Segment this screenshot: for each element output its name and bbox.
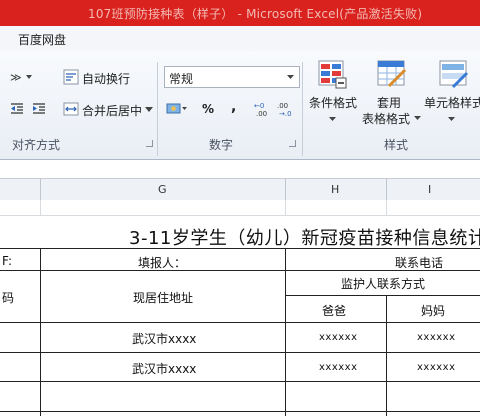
table-border bbox=[0, 381, 480, 382]
column-divider[interactable] bbox=[40, 178, 41, 200]
format-as-table-label-1[interactable]: 套用 bbox=[377, 94, 401, 111]
percent-style-button[interactable]: % bbox=[202, 102, 214, 116]
alignment-dialog-launcher-icon[interactable] bbox=[146, 140, 153, 147]
table-border bbox=[40, 248, 41, 416]
filler-label: 填报人： bbox=[138, 256, 187, 270]
gridline bbox=[40, 200, 41, 215]
window-title-bar: 107班预防接种表（样子） - Microsoft Excel(产品激活失败) bbox=[0, 0, 480, 26]
mother-header: 妈妈 bbox=[421, 304, 446, 318]
chevron-down-icon bbox=[414, 116, 421, 120]
address-cell[interactable]: 武汉市xxxx bbox=[132, 360, 196, 377]
group-label-styles: 样式 bbox=[384, 138, 409, 152]
number-format-select[interactable]: 常规 bbox=[164, 66, 300, 88]
chevron-down-icon bbox=[448, 117, 455, 121]
merge-center-dropdown-icon[interactable] bbox=[145, 107, 153, 112]
svg-text:.00: .00 bbox=[256, 110, 267, 117]
wrap-text-icon[interactable] bbox=[63, 69, 79, 85]
mother-phone-cell[interactable]: xxxxxx bbox=[417, 362, 456, 373]
wrap-text-button[interactable]: 自动换行 bbox=[82, 70, 130, 87]
father-phone-cell[interactable]: xxxxxx bbox=[319, 332, 358, 343]
text-orientation-icon[interactable]: ≫ bbox=[10, 70, 36, 84]
chevron-down-icon bbox=[287, 75, 294, 79]
column-divider[interactable] bbox=[285, 178, 286, 200]
increase-decimal-icon[interactable]: ←0 .00 bbox=[254, 101, 274, 117]
father-phone-cell[interactable]: xxxxxx bbox=[319, 362, 358, 373]
group-label-alignment: 对齐方式 bbox=[12, 138, 61, 152]
table-border bbox=[0, 352, 480, 353]
cell-styles-button[interactable]: 单元格样式 bbox=[424, 94, 480, 111]
sheet-title: 3-11岁学生（幼儿）新冠疫苗接种信息统计 bbox=[129, 228, 480, 249]
gridline bbox=[386, 200, 387, 215]
svg-text:←0: ←0 bbox=[254, 102, 264, 110]
column-header-i[interactable]: I bbox=[428, 183, 431, 196]
conditional-format-icon[interactable] bbox=[316, 58, 348, 90]
mother-phone-cell[interactable]: xxxxxx bbox=[417, 332, 456, 343]
formula-bar-area[interactable] bbox=[0, 160, 480, 178]
merge-center-icon[interactable] bbox=[63, 101, 79, 117]
spreadsheet-grid[interactable]: 3-11岁学生（幼儿）新冠疫苗接种信息统计 F: 填报人： 联系电话 码 现居住… bbox=[0, 200, 480, 416]
column-header-g[interactable]: G bbox=[158, 183, 167, 196]
conditional-format-button[interactable]: 条件格式 bbox=[309, 94, 357, 111]
left-partial-cell: 码 bbox=[2, 291, 15, 305]
svg-text:.00: .00 bbox=[277, 102, 288, 110]
father-header: 爸爸 bbox=[322, 304, 347, 318]
svg-text:→.0: →.0 bbox=[279, 110, 292, 117]
menu-bar: 百度网盘 bbox=[0, 26, 480, 52]
table-border bbox=[285, 295, 480, 296]
guardian-contact-header: 监护人联系方式 bbox=[341, 277, 426, 291]
comma-style-button[interactable]: , bbox=[231, 99, 236, 115]
svg-text:≫: ≫ bbox=[10, 71, 22, 84]
table-border bbox=[386, 295, 387, 416]
chevron-down-icon bbox=[329, 117, 336, 121]
format-as-table-icon[interactable] bbox=[375, 58, 407, 90]
decrease-decimal-icon[interactable]: .00 →.0 bbox=[277, 101, 297, 117]
column-header-row: G H I bbox=[0, 178, 480, 202]
column-header-h[interactable]: H bbox=[331, 183, 339, 196]
merge-center-button[interactable]: 合并后居中 bbox=[82, 102, 142, 119]
gridline bbox=[285, 200, 286, 215]
menu-baidu-netdisk[interactable]: 百度网盘 bbox=[18, 31, 66, 48]
gridline bbox=[0, 215, 480, 216]
table-border bbox=[0, 322, 480, 323]
ribbon-separator bbox=[302, 62, 303, 156]
column-divider[interactable] bbox=[386, 178, 387, 200]
window-title: 107班预防接种表（样子） - Microsoft Excel(产品激活失败) bbox=[88, 7, 423, 21]
table-border bbox=[0, 411, 480, 412]
increase-indent-icon[interactable] bbox=[32, 102, 46, 116]
number-format-value: 常规 bbox=[169, 72, 194, 86]
group-label-number: 数字 bbox=[209, 138, 234, 152]
table-border bbox=[285, 248, 286, 416]
address-header: 现居住地址 bbox=[133, 291, 194, 305]
address-cell[interactable]: 武汉市xxxx bbox=[132, 330, 196, 347]
ribbon-separator bbox=[157, 62, 158, 156]
number-dialog-launcher-icon[interactable] bbox=[289, 140, 296, 147]
contact-phone-label: 联系电话 bbox=[395, 256, 444, 270]
currency-format-icon[interactable] bbox=[166, 101, 188, 117]
left-partial-cell: F: bbox=[2, 254, 13, 268]
decrease-indent-icon[interactable] bbox=[10, 102, 24, 116]
cell-styles-icon[interactable] bbox=[437, 58, 469, 90]
format-as-table-label-2[interactable]: 表格格式 bbox=[362, 110, 410, 127]
